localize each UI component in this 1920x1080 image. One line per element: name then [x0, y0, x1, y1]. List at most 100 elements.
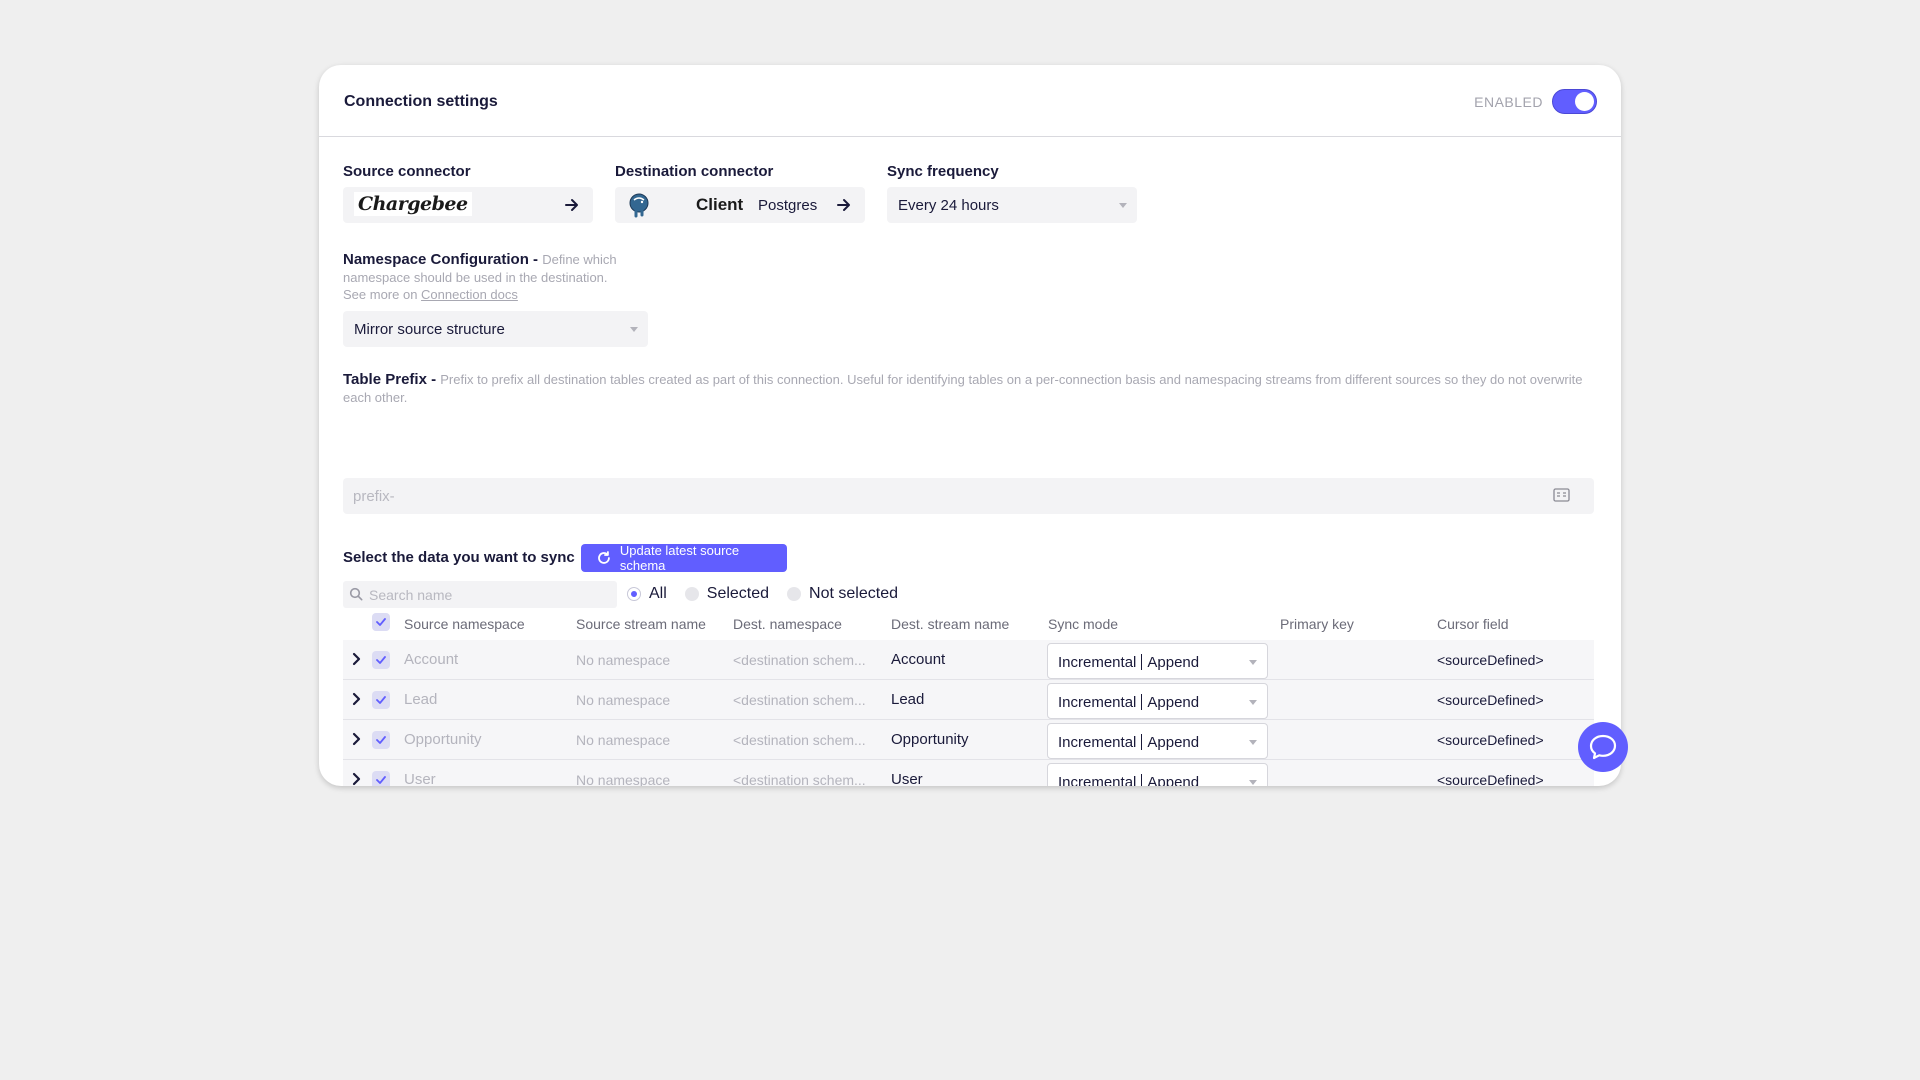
- table-row[interactable]: Lead No namespace <destination schem... …: [343, 680, 1594, 720]
- header-source-namespace: Source namespace: [404, 616, 525, 632]
- table-prefix-label: Table Prefix -: [343, 371, 441, 388]
- namespace-select[interactable]: Mirror source structure: [343, 311, 648, 347]
- row-checkbox[interactable]: [372, 731, 390, 749]
- caret-down-icon: [1249, 660, 1257, 665]
- source-namespace-cell: Account: [404, 651, 459, 668]
- radio-selected[interactable]: [684, 587, 699, 601]
- cursor-field-cell[interactable]: <sourceDefined>: [1437, 692, 1544, 708]
- header-sync-mode: Sync mode: [1048, 616, 1119, 632]
- search-placeholder: Search name: [369, 587, 453, 603]
- chat-icon: [1589, 734, 1617, 760]
- header-dest-stream-name: Dest. stream name: [891, 616, 1010, 632]
- cursor-field-cell[interactable]: <sourceDefined>: [1437, 772, 1544, 786]
- header-dest-namespace: Dest. namespace: [733, 616, 842, 632]
- namespace-desc-line3: See more on: [343, 287, 422, 302]
- sync-mode-primary: Incremental: [1058, 694, 1137, 711]
- filter-all[interactable]: All: [627, 585, 667, 603]
- sync-mode-select[interactable]: Incremental Append: [1047, 683, 1268, 719]
- chevron-right-icon[interactable]: [352, 652, 361, 666]
- source-stream-cell: No namespace: [576, 772, 671, 786]
- dest-stream-cell: Account: [891, 651, 946, 668]
- caret-down-icon: [1249, 780, 1257, 785]
- dest-namespace-cell: <destination schem...: [733, 772, 866, 786]
- cursor-field-cell[interactable]: <sourceDefined>: [1437, 652, 1544, 668]
- chat-support-button[interactable]: [1578, 722, 1628, 772]
- streams-table: Source namespace Source stream name Dest…: [343, 610, 1594, 786]
- destination-type: Postgres: [758, 197, 818, 214]
- chevron-right-icon[interactable]: [352, 772, 361, 786]
- source-namespace-cell: User: [404, 771, 436, 786]
- header-cursor-field: Cursor field: [1437, 616, 1509, 632]
- filter-all-label: All: [649, 585, 667, 602]
- sync-frequency-select[interactable]: Every 24 hours: [887, 187, 1137, 223]
- caret-down-icon: [630, 327, 638, 332]
- row-checkbox[interactable]: [372, 771, 390, 786]
- header-primary-key: Primary key: [1280, 616, 1354, 632]
- dest-stream-cell: User: [891, 771, 923, 786]
- caret-down-icon: [1249, 740, 1257, 745]
- sync-mode-separator: [1141, 654, 1143, 670]
- sync-mode-secondary: Append: [1147, 654, 1200, 671]
- row-checkbox[interactable]: [372, 691, 390, 709]
- postgres-elephant-icon: [629, 193, 649, 218]
- chevron-right-icon[interactable]: [352, 732, 361, 746]
- caret-down-icon: [1249, 700, 1257, 705]
- select-all-checkbox[interactable]: [372, 613, 390, 631]
- chevron-right-icon[interactable]: [352, 692, 361, 706]
- enabled-label: ENABLED: [1474, 93, 1543, 110]
- keyboard-icon: [1553, 488, 1570, 502]
- filter-selected[interactable]: Selected: [684, 585, 770, 603]
- sync-mode-separator: [1141, 734, 1143, 750]
- source-connector-box[interactable]: Chargebee: [343, 187, 593, 223]
- toggle-knob: [1575, 92, 1594, 111]
- cursor-field-cell[interactable]: <sourceDefined>: [1437, 732, 1544, 748]
- arrow-right-icon[interactable]: [835, 196, 853, 214]
- destination-connector-box[interactable]: Client Postgres: [615, 187, 865, 223]
- enabled-toggle[interactable]: [1552, 89, 1597, 114]
- source-stream-cell: No namespace: [576, 732, 671, 748]
- check-icon: [376, 696, 386, 704]
- namespace-value: Mirror source structure: [354, 321, 505, 338]
- sync-mode-select[interactable]: Incremental Append: [1047, 643, 1268, 679]
- filter-not-selected[interactable]: Not selected: [787, 585, 898, 603]
- dest-stream-cell: Lead: [891, 691, 925, 708]
- sync-mode-primary: Incremental: [1058, 734, 1137, 751]
- source-namespace-cell: Opportunity: [404, 731, 482, 748]
- sync-mode-separator: [1141, 694, 1143, 710]
- header-source-stream-name: Source stream name: [576, 616, 706, 632]
- dest-namespace-cell: <destination schem...: [733, 652, 866, 668]
- check-icon: [376, 656, 386, 664]
- check-icon: [376, 736, 386, 744]
- source-connector-label: Source connector: [343, 163, 471, 180]
- sync-mode-select[interactable]: Incremental Append: [1047, 763, 1268, 786]
- table-row[interactable]: Account No namespace <destination schem.…: [343, 640, 1594, 680]
- source-namespace-cell: Lead: [404, 691, 438, 708]
- update-source-schema-button[interactable]: Update latest source schema: [581, 543, 787, 573]
- sync-data-label: Select the data you want to sync: [343, 549, 575, 566]
- sync-mode-primary: Incremental: [1058, 774, 1137, 786]
- namespace-desc-line1: Define which: [542, 252, 617, 267]
- table-prefix-input[interactable]: prefix-: [343, 478, 1594, 514]
- update-button-label: Update latest source schema: [619, 543, 740, 573]
- namespace-config-description: Namespace Configuration - Define which n…: [343, 251, 663, 304]
- row-checkbox[interactable]: [372, 651, 390, 669]
- table-header-row: Source namespace Source stream name Dest…: [343, 610, 1594, 640]
- table-row[interactable]: Opportunity No namespace <destination sc…: [343, 720, 1594, 760]
- table-row[interactable]: User No namespace <destination schem... …: [343, 760, 1594, 786]
- destination-connector-label: Destination connector: [615, 163, 774, 180]
- sync-frequency-label: Sync frequency: [887, 163, 999, 180]
- radio-all[interactable]: [627, 587, 641, 601]
- filter-selected-label: Selected: [706, 585, 770, 602]
- sync-mode-secondary: Append: [1147, 774, 1200, 786]
- table-prefix-desc: Prefix to prefix all destination tables …: [343, 372, 1583, 405]
- card-header: Connection settings ENABLED: [319, 65, 1621, 137]
- dest-stream-cell: Opportunity: [891, 731, 969, 748]
- sync-mode-select[interactable]: Incremental Append: [1047, 723, 1268, 759]
- connection-docs-link[interactable]: Connection docs: [421, 287, 518, 302]
- source-stream-cell: No namespace: [576, 652, 671, 668]
- chargebee-logo: Chargebee: [354, 192, 472, 216]
- card-title: Connection settings: [344, 93, 498, 110]
- radio-not-selected[interactable]: [787, 587, 802, 601]
- arrow-right-icon[interactable]: [563, 196, 581, 214]
- stream-search-input[interactable]: Search name: [343, 581, 617, 608]
